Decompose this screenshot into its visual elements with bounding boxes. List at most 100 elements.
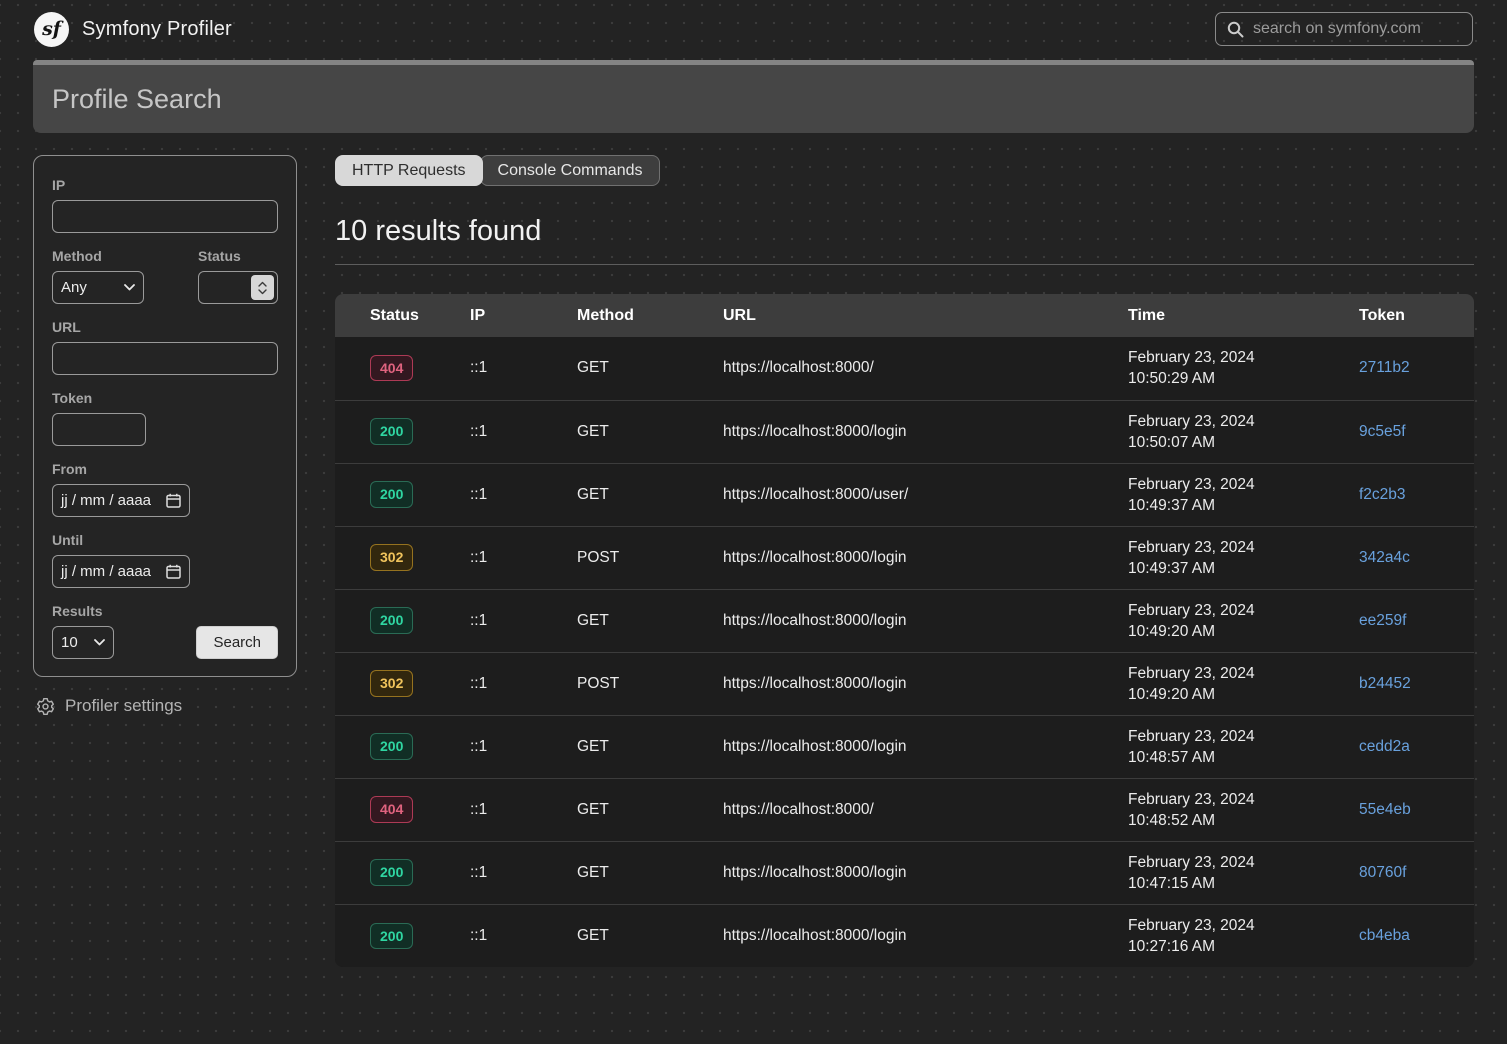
method-cell: GET [577,589,723,652]
token-link[interactable]: f2c2b3 [1359,486,1406,503]
time-cell: February 23, 202410:27:16 AM [1128,904,1359,967]
token-label: Token [52,390,278,406]
status-cell: 200 [335,400,470,463]
until-label: Until [52,532,278,548]
time-cell: February 23, 202410:48:57 AM [1128,715,1359,778]
table-row: 302::1POSThttps://localhost:8000/loginFe… [335,652,1474,715]
profile-search-form: IP Method Any Status [33,155,297,677]
token-link[interactable]: b24452 [1359,675,1411,692]
token-link[interactable]: 342a4c [1359,549,1410,566]
heading-divider [335,264,1474,265]
time-cell: February 23, 202410:49:37 AM [1128,526,1359,589]
token-cell: ee259f [1359,589,1474,652]
ip-cell: ::1 [470,715,577,778]
time-clock: 10:50:07 AM [1128,432,1359,453]
status-cell: 200 [335,589,470,652]
method-label: Method [52,248,144,264]
method-cell: GET [577,904,723,967]
url-input[interactable] [52,342,278,375]
url-cell: https://localhost:8000/login [723,526,1128,589]
time-cell: February 23, 202410:49:37 AM [1128,463,1359,526]
token-cell: 9c5e5f [1359,400,1474,463]
result-type-tabs: HTTP Requests Console Commands [335,155,1474,186]
url-cell: https://localhost:8000/user/ [723,463,1128,526]
ip-input[interactable] [52,200,278,233]
token-link[interactable]: 9c5e5f [1359,423,1406,440]
chevron-down-icon [94,639,105,646]
results-count-heading: 10 results found [335,215,1474,248]
token-link[interactable]: 2711b2 [1359,359,1410,376]
profiler-settings-link[interactable]: Profiler settings [36,696,297,716]
column-header-method: Method [577,294,723,337]
chevron-down-icon [124,284,135,291]
method-cell: GET [577,778,723,841]
ip-label: IP [52,177,278,193]
until-date-input[interactable]: jj / mm / aaaa [52,555,190,588]
number-spinner[interactable] [251,275,274,300]
topbar: sf Symfony Profiler [0,0,1507,58]
ip-cell: ::1 [470,904,577,967]
url-cell: https://localhost:8000/login [723,841,1128,904]
url-cell: https://localhost:8000/login [723,652,1128,715]
calendar-icon[interactable] [166,564,181,579]
status-badge: 404 [370,355,413,381]
method-cell: GET [577,715,723,778]
time-date: February 23, 2024 [1128,347,1359,368]
status-cell: 200 [335,715,470,778]
method-cell: GET [577,337,723,400]
search-button[interactable]: Search [196,626,278,659]
results-select[interactable]: 10 [52,626,114,659]
time-cell: February 23, 202410:50:07 AM [1128,400,1359,463]
results-content: HTTP Requests Console Commands 10 result… [335,155,1474,967]
method-select-value: Any [61,279,87,296]
time-clock: 10:49:20 AM [1128,684,1359,705]
calendar-icon[interactable] [166,493,181,508]
tab-console-commands[interactable]: Console Commands [480,155,661,186]
results-select-value: 10 [61,634,78,651]
time-cell: February 23, 202410:50:29 AM [1128,337,1359,400]
status-input[interactable] [198,271,278,304]
status-cell: 404 [335,778,470,841]
status-cell: 200 [335,841,470,904]
token-link[interactable]: 80760f [1359,864,1406,881]
token-link[interactable]: cb4eba [1359,927,1410,944]
site-search-input[interactable] [1253,20,1461,38]
from-label: From [52,461,278,477]
method-cell: POST [577,526,723,589]
time-cell: February 23, 202410:48:52 AM [1128,778,1359,841]
ip-cell: ::1 [470,337,577,400]
page-title: Profile Search [52,84,222,115]
status-badge: 200 [370,733,413,759]
token-cell: 2711b2 [1359,337,1474,400]
from-date-input[interactable]: jj / mm / aaaa [52,484,190,517]
status-cell: 404 [335,337,470,400]
token-link[interactable]: 55e4eb [1359,801,1411,818]
time-clock: 10:48:57 AM [1128,747,1359,768]
token-input[interactable] [52,413,146,446]
method-select[interactable]: Any [52,271,144,304]
method-cell: GET [577,841,723,904]
token-link[interactable]: ee259f [1359,612,1406,629]
time-date: February 23, 2024 [1128,600,1359,621]
results-label: Results [52,603,114,619]
table-row: 404::1GEThttps://localhost:8000/February… [335,337,1474,400]
url-cell: https://localhost:8000/login [723,715,1128,778]
token-link[interactable]: cedd2a [1359,738,1410,755]
method-cell: POST [577,652,723,715]
table-row: 200::1GEThttps://localhost:8000/loginFeb… [335,589,1474,652]
brand: sf Symfony Profiler [34,12,232,47]
column-header-url: URL [723,294,1128,337]
table-row: 200::1GEThttps://localhost:8000/loginFeb… [335,904,1474,967]
ip-cell: ::1 [470,589,577,652]
time-date: February 23, 2024 [1128,537,1359,558]
status-cell: 200 [335,904,470,967]
tab-http-requests[interactable]: HTTP Requests [335,155,483,186]
time-cell: February 23, 202410:49:20 AM [1128,589,1359,652]
url-label: URL [52,319,278,335]
table-row: 302::1POSThttps://localhost:8000/loginFe… [335,526,1474,589]
method-cell: GET [577,463,723,526]
ip-cell: ::1 [470,526,577,589]
time-clock: 10:49:37 AM [1128,558,1359,579]
column-header-status: Status [335,294,470,337]
site-search-box[interactable] [1215,12,1473,46]
